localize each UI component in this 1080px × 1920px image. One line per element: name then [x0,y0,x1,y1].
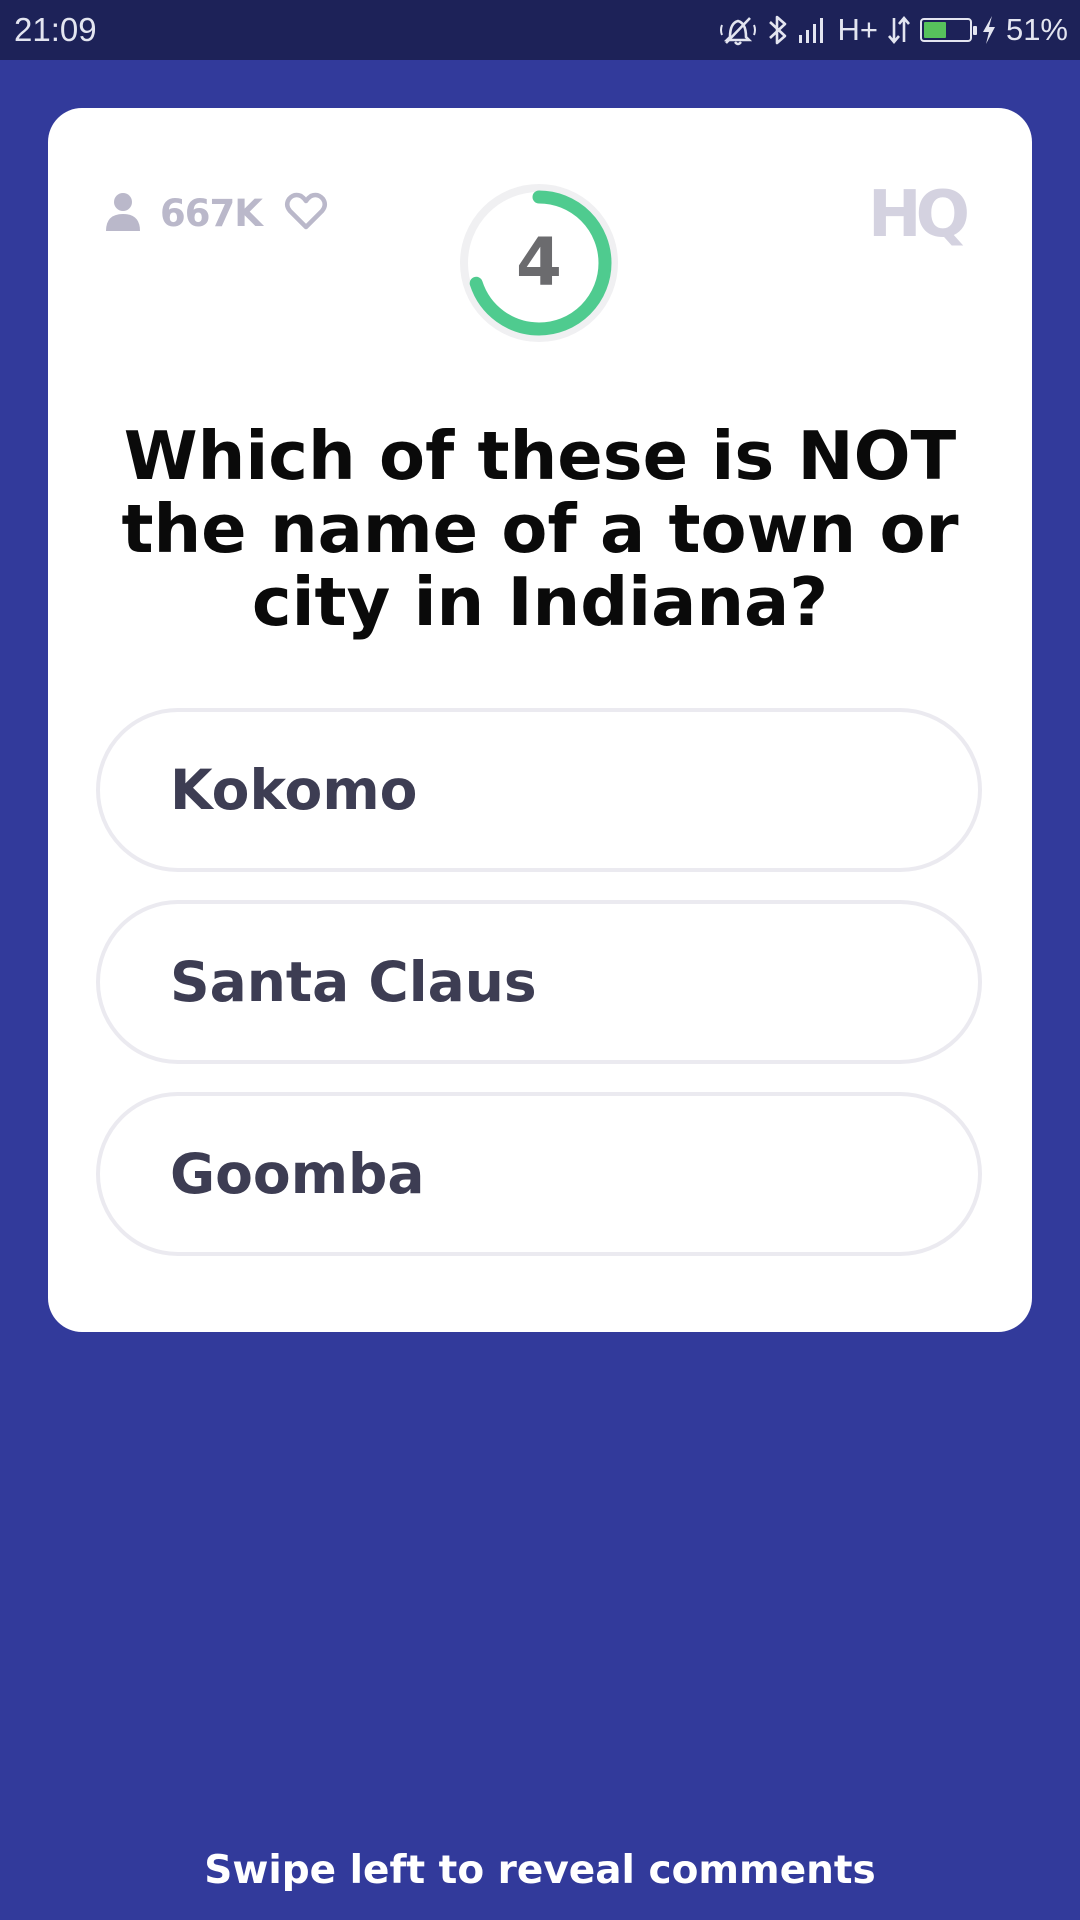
answer-option-2[interactable]: Santa Claus [96,900,982,1064]
status-icons: H+ 51% [718,0,1068,60]
viewer-count: 667K [160,191,263,235]
bluetooth-icon [767,13,789,47]
answer-option-1[interactable]: Kokomo [96,708,982,872]
timer-number: 4 [516,224,562,301]
user-icon [104,191,142,235]
charging-icon [981,15,997,45]
signal-icon [798,15,828,45]
network-type-label: H+ [837,12,878,47]
status-time: 21:09 [14,11,97,48]
heart-icon[interactable] [284,191,328,235]
viewer-count-group: 667K [104,186,328,240]
countdown-timer: 4 [456,180,622,346]
silent-alarm-icon [718,13,758,47]
answer-option-3[interactable]: Goomba [96,1092,982,1256]
svg-text:HQ: HQ [868,178,968,248]
battery-icon [919,18,977,42]
data-arrows-icon [887,14,911,46]
battery-fill [923,22,946,38]
status-bar: 21:09 H+ 51% [0,0,1080,60]
battery-percent: 51% [1005,12,1068,47]
question-card: 667K 4 HQ Which of these is NOT the name… [48,108,1032,1332]
swipe-comments-hint[interactable]: Swipe left to reveal comments [0,1848,1080,1893]
question-text: Which of these is NOT the name of a town… [121,417,959,641]
hq-logo: HQ [868,178,974,248]
